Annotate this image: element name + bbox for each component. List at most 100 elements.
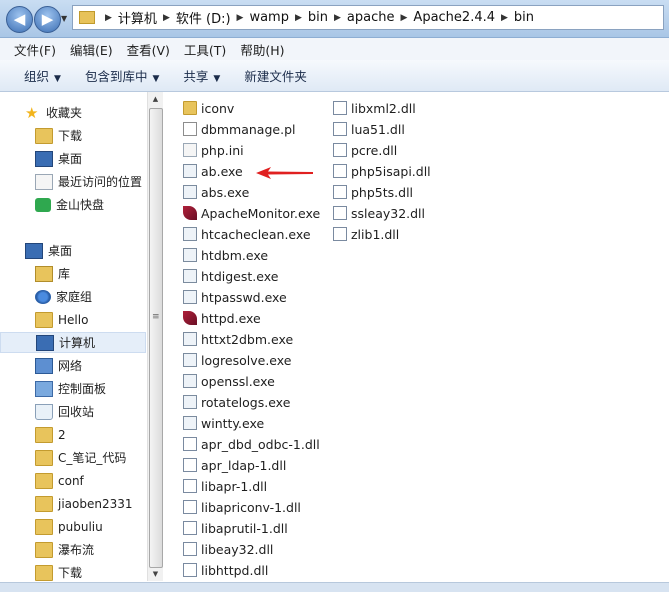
file-item[interactable]: htdigest.exe <box>183 266 278 286</box>
file-item[interactable]: httpd.exe <box>183 308 261 328</box>
file-item[interactable]: htcacheclean.exe <box>183 224 311 244</box>
crumb-bin[interactable]: bin <box>308 10 328 25</box>
file-item[interactable]: php5ts.dll <box>333 182 413 202</box>
file-item[interactable]: htdbm.exe <box>183 245 268 265</box>
nav-fav-desktop[interactable]: 桌面 <box>0 148 146 169</box>
file-item[interactable]: libapriconv-1.dll <box>183 497 301 517</box>
nav-libraries[interactable]: 库 <box>0 263 146 284</box>
nav-folder-notes[interactable]: C_笔记_代码 <box>0 447 146 468</box>
organize-label: 组织 <box>24 69 50 84</box>
history-dropdown-icon[interactable]: ▼ <box>61 14 67 23</box>
chevron-right-icon[interactable]: ▶ <box>295 13 302 23</box>
chevron-right-icon[interactable]: ▶ <box>237 13 244 23</box>
file-name: apr_dbd_odbc-1.dll <box>201 436 320 452</box>
file-item[interactable]: openssl.exe <box>183 371 275 391</box>
forward-button[interactable]: ▶ <box>34 6 61 33</box>
nav-label: 下载 <box>58 566 83 580</box>
nav-fav-downloads[interactable]: 下载 <box>0 125 146 146</box>
file-item[interactable]: ApacheMonitor.exe <box>183 203 320 223</box>
file-name: lua51.dll <box>351 121 405 137</box>
back-button[interactable]: ◀ <box>6 6 33 33</box>
file-item[interactable]: php5isapi.dll <box>333 161 431 181</box>
file-name: php5isapi.dll <box>351 163 431 179</box>
menu-file[interactable]: 文件(F) <box>14 40 56 59</box>
crumb-drive[interactable]: 软件 (D:) <box>176 8 231 27</box>
nav-control-panel[interactable]: 控制面板 <box>0 378 146 399</box>
menu-view[interactable]: 查看(V) <box>127 40 170 59</box>
chevron-right-icon[interactable]: ▶ <box>401 13 408 23</box>
file-item[interactable]: libxml2.dll <box>333 98 416 118</box>
file-item[interactable]: dbmmanage.pl <box>183 119 295 139</box>
nav-network[interactable]: 网络 <box>0 355 146 376</box>
organize-button[interactable]: 组织 ▼ <box>24 66 61 85</box>
file-item[interactable]: php.ini <box>183 140 244 160</box>
nav-desktop[interactable]: 桌面 <box>0 240 146 261</box>
folder-icon <box>35 564 53 581</box>
grip-icon: ≡ <box>152 312 160 322</box>
menu-tools[interactable]: 工具(T) <box>184 40 226 59</box>
include-in-library-button[interactable]: 包含到库中 ▼ <box>85 66 159 85</box>
file-item[interactable]: httxt2dbm.exe <box>183 329 293 349</box>
file-item[interactable]: wintty.exe <box>183 413 264 433</box>
nav-folder-2[interactable]: 2 <box>0 424 146 445</box>
crumb-apache244[interactable]: Apache2.4.4 <box>413 10 495 25</box>
file-item[interactable]: htpasswd.exe <box>183 287 287 307</box>
menu-help[interactable]: 帮助(H) <box>240 40 284 59</box>
chevron-down-icon: ▼ <box>54 74 61 84</box>
nav-favorites[interactable]: ★ 收藏夹 <box>0 102 146 123</box>
nav-label: 控制面板 <box>58 382 107 396</box>
file-item[interactable]: libhttpd.dll <box>183 560 268 580</box>
crumb-apache[interactable]: apache <box>347 10 395 25</box>
nav-folder-downloads[interactable]: 下载 <box>0 562 146 583</box>
nav-recycle-bin[interactable]: 回收站 <box>0 401 146 422</box>
file-item[interactable]: iconv <box>183 98 234 118</box>
file-item[interactable]: libapr-1.dll <box>183 476 267 496</box>
chevron-right-icon[interactable]: ▶ <box>334 13 341 23</box>
file-item[interactable]: apr_ldap-1.dll <box>183 455 286 475</box>
nav-scrollbar[interactable]: ▲ ≡ ▼ <box>147 92 163 581</box>
share-button[interactable]: 共享 ▼ <box>183 66 220 85</box>
nav-folder-jiaoben[interactable]: jiaoben2331 <box>0 493 146 514</box>
file-list: iconv dbmmanage.pl php.ini ab.exe abs.ex… <box>163 92 669 591</box>
control-panel-icon <box>35 380 53 397</box>
file-item[interactable]: ssleay32.dll <box>333 203 425 223</box>
exe-icon <box>183 164 197 178</box>
nav-hello[interactable]: Hello <box>0 309 146 330</box>
nav-label: 瀑布流 <box>58 543 95 557</box>
nav-folder-waterfall[interactable]: 瀑布流 <box>0 539 146 560</box>
file-item[interactable]: apr_dbd_odbc-1.dll <box>183 434 320 454</box>
file-item[interactable]: logresolve.exe <box>183 350 291 370</box>
menu-edit[interactable]: 编辑(E) <box>70 40 113 59</box>
nav-fav-recent[interactable]: 最近访问的位置 <box>0 171 146 192</box>
nav-folder-conf[interactable]: conf <box>0 470 146 491</box>
nav-folder-pubuliu[interactable]: pubuliu <box>0 516 146 537</box>
nav-computer[interactable]: 计算机 <box>0 332 146 353</box>
file-name: ab.exe <box>201 163 243 179</box>
network-icon <box>35 357 53 374</box>
file-item[interactable]: pcre.dll <box>333 140 397 160</box>
scroll-down-icon[interactable]: ▼ <box>148 567 163 581</box>
crumb-wamp[interactable]: wamp <box>249 10 289 25</box>
crumb-computer[interactable]: 计算机 <box>118 8 157 27</box>
file-item[interactable]: rotatelogs.exe <box>183 392 290 412</box>
dll-icon <box>333 206 347 220</box>
nav-label: 回收站 <box>58 405 95 419</box>
nav-homegroup[interactable]: 家庭组 <box>0 286 146 307</box>
breadcrumb[interactable]: ▶ 计算机 ▶ 软件 (D:) ▶ wamp ▶ bin ▶ apache ▶ … <box>72 5 664 30</box>
file-item[interactable]: lua51.dll <box>333 119 405 139</box>
nav-fav-kuaipan[interactable]: 金山快盘 <box>0 194 146 215</box>
chevron-right-icon[interactable]: ▶ <box>105 13 112 23</box>
folder-icon <box>35 495 53 512</box>
chevron-right-icon[interactable]: ▶ <box>501 13 508 23</box>
file-item[interactable]: libeay32.dll <box>183 539 273 559</box>
chevron-right-icon[interactable]: ▶ <box>163 13 170 23</box>
file-item[interactable]: ab.exe <box>183 161 243 181</box>
file-item[interactable]: libaprutil-1.dll <box>183 518 288 538</box>
new-folder-button[interactable]: 新建文件夹 <box>244 66 307 85</box>
scrollbar-thumb[interactable] <box>149 108 163 568</box>
scroll-up-icon[interactable]: ▲ <box>148 92 163 106</box>
file-item[interactable]: zlib1.dll <box>333 224 399 244</box>
dll-icon <box>333 185 347 199</box>
crumb-bin-current[interactable]: bin <box>514 10 534 25</box>
file-item[interactable]: abs.exe <box>183 182 249 202</box>
